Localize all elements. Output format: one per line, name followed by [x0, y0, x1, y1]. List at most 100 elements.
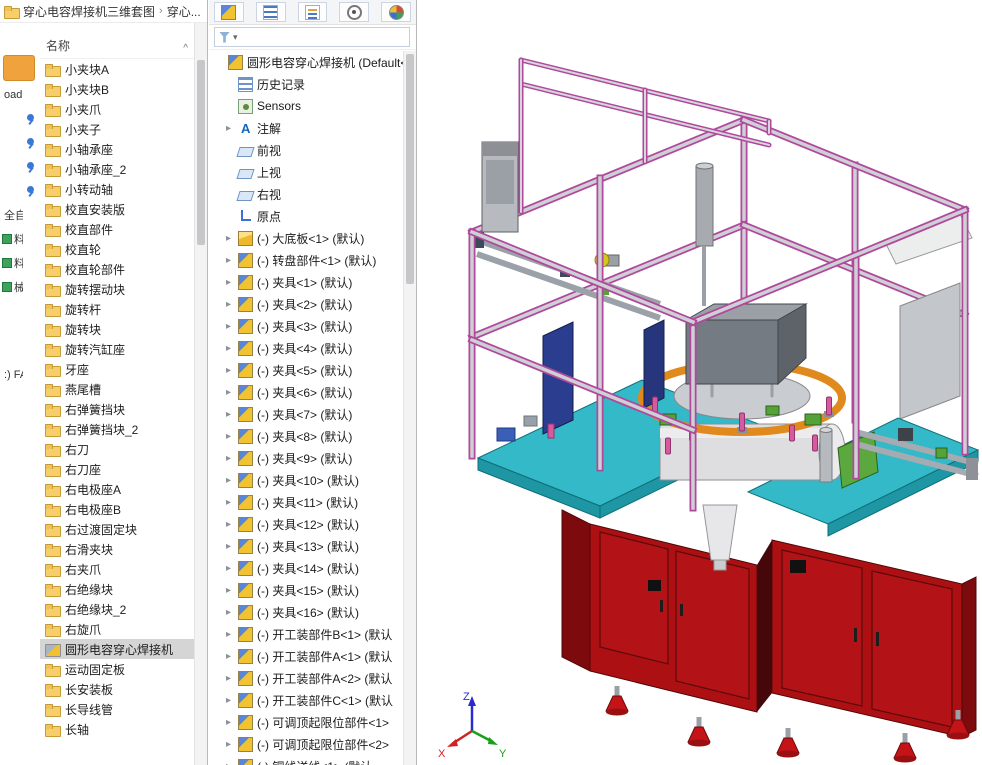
expand-arrow-icon[interactable]	[223, 497, 234, 508]
machine-3d-view[interactable]: Z X Y	[418, 0, 982, 765]
panel-tab[interactable]	[214, 2, 244, 22]
feature-tree-item[interactable]: (-) 夹具<16> (默认)	[209, 601, 403, 623]
expand-arrow-icon[interactable]	[223, 233, 234, 244]
feature-tree-item[interactable]: 历史记录	[209, 73, 403, 95]
chevron-down-icon[interactable]: ▾	[233, 32, 238, 43]
expand-arrow-icon[interactable]	[223, 761, 234, 765]
feature-tree-item[interactable]: (-) 夹具<11> (默认)	[209, 491, 403, 513]
file-row[interactable]: 旋转汽缸座	[40, 339, 194, 359]
file-row[interactable]: 旋转摆动块	[40, 279, 194, 299]
file-row[interactable]: 右刀座	[40, 459, 194, 479]
graphics-viewport[interactable]: Z X Y	[418, 0, 982, 765]
file-row[interactable]: 右夹爪	[40, 559, 194, 579]
file-row[interactable]: 小转动轴	[40, 179, 194, 199]
expand-arrow-icon[interactable]	[223, 365, 234, 376]
expand-arrow-icon[interactable]	[223, 299, 234, 310]
support-cylinder[interactable]	[696, 163, 713, 306]
feature-tree-item[interactable]: Sensors	[209, 95, 403, 117]
expand-arrow-icon[interactable]	[223, 519, 234, 530]
expand-arrow-icon[interactable]	[223, 431, 234, 442]
file-row[interactable]: 长导线管	[40, 699, 194, 719]
monitor-panel[interactable]	[482, 142, 518, 232]
file-row[interactable]: 右旋爪	[40, 619, 194, 639]
center-gray-box[interactable]	[686, 320, 778, 384]
breadcrumb-segment[interactable]: 穿心电容焊接机三维套图	[23, 3, 155, 20]
quick-access-item[interactable]	[0, 107, 40, 131]
panel-tab[interactable]	[381, 2, 411, 22]
feature-tree-item[interactable]: (-) 转盘部件<1> (默认)	[209, 249, 403, 271]
expand-arrow-icon[interactable]	[223, 123, 234, 134]
expand-arrow-icon[interactable]	[223, 409, 234, 420]
file-row[interactable]: 小轴承座_2	[40, 159, 194, 179]
feature-tree-item[interactable]: (-) 夹具<12> (默认)	[209, 513, 403, 535]
file-row[interactable]: 右弹簧挡块_2	[40, 419, 194, 439]
top-railing[interactable]	[521, 60, 769, 212]
quick-access-item[interactable]: 料斗三	[0, 227, 40, 251]
quick-access-item[interactable]	[0, 155, 40, 179]
quick-access-item[interactable]: 全自动焊	[0, 203, 40, 227]
file-row[interactable]: 右滑夹块	[40, 539, 194, 559]
explorer-scrollbar-thumb[interactable]	[197, 60, 205, 245]
feature-tree-item[interactable]: (-) 夹具<8> (默认)	[209, 425, 403, 447]
feature-tree-item[interactable]: (-) 夹具<5> (默认)	[209, 359, 403, 381]
tree-filter[interactable]: ▾	[214, 27, 410, 47]
file-row[interactable]: 右绝缘块_2	[40, 599, 194, 619]
panel-tab[interactable]	[339, 2, 369, 22]
file-row[interactable]: 小轴承座	[40, 139, 194, 159]
feature-tree-item[interactable]: (-) 夹具<3> (默认)	[209, 315, 403, 337]
file-row[interactable]: 牙座	[40, 359, 194, 379]
file-row[interactable]: 小夹块A	[40, 59, 194, 79]
expand-arrow-icon[interactable]	[223, 607, 234, 618]
file-row[interactable]: 运动固定板	[40, 659, 194, 679]
file-row[interactable]: 旋转杆	[40, 299, 194, 319]
right-upper-panels[interactable]	[884, 214, 972, 419]
quick-access-item[interactable]: 械手三维	[0, 275, 40, 299]
expand-arrow-icon[interactable]	[223, 739, 234, 750]
expand-arrow-icon[interactable]	[223, 541, 234, 552]
feature-tree-item[interactable]: (-) 夹具<15> (默认)	[209, 579, 403, 601]
file-row[interactable]: 右过渡固定块	[40, 519, 194, 539]
panel-tab[interactable]	[298, 2, 328, 22]
expand-arrow-icon[interactable]	[223, 629, 234, 640]
file-row[interactable]: 右刀	[40, 439, 194, 459]
file-row[interactable]: 右电极座A	[40, 479, 194, 499]
column-header-name[interactable]: 名称 ^	[40, 23, 194, 59]
feature-tree-item[interactable]: (-) 夹具<2> (默认)	[209, 293, 403, 315]
expand-arrow-icon[interactable]	[223, 585, 234, 596]
file-row[interactable]: 校直轮部件	[40, 259, 194, 279]
file-row[interactable]: 右弹簧挡块	[40, 399, 194, 419]
file-row[interactable]: 长轴	[40, 719, 194, 739]
feature-tree-item[interactable]: (-) 夹具<9> (默认)	[209, 447, 403, 469]
feature-tree-item[interactable]: (-) 开工装部件A<2> (默认	[209, 667, 403, 689]
explorer-scrollbar[interactable]	[194, 23, 207, 765]
quick-access-item[interactable]: :) FAST	[0, 363, 40, 387]
clipped-folder-tile[interactable]	[3, 55, 35, 81]
file-row[interactable]: 小夹子	[40, 119, 194, 139]
feature-tree-item[interactable]: 注解	[209, 117, 403, 139]
expand-arrow-icon[interactable]	[223, 277, 234, 288]
feature-tree-item[interactable]: (-) 夹具<14> (默认)	[209, 557, 403, 579]
file-row[interactable]: 圆形电容穿心焊接机	[40, 639, 194, 659]
file-row[interactable]: 小夹块B	[40, 79, 194, 99]
feature-tree-item[interactable]: (-) 夹具<4> (默认)	[209, 337, 403, 359]
expand-arrow-icon[interactable]	[223, 387, 234, 398]
feature-tree-item[interactable]: (-) 夹具<13> (默认)	[209, 535, 403, 557]
file-row[interactable]: 长安装板	[40, 679, 194, 699]
feature-tree-item[interactable]: 前视	[209, 139, 403, 161]
quick-access-item[interactable]: oad	[0, 83, 40, 107]
file-row[interactable]: 右绝缘块	[40, 579, 194, 599]
feature-tree-item[interactable]: (-) 可调顶起限位部件<2>	[209, 733, 403, 755]
file-row[interactable]: 校直轮	[40, 239, 194, 259]
file-row[interactable]: 燕尾槽	[40, 379, 194, 399]
file-row[interactable]: 校直安装版	[40, 199, 194, 219]
feature-tree-item[interactable]: 圆形电容穿心焊接机 (Default<	[209, 51, 403, 73]
feature-tree-item[interactable]: (-) 开工装部件C<1> (默认	[209, 689, 403, 711]
quick-access-item[interactable]: 料斗三	[0, 251, 40, 275]
file-row[interactable]: 校直部件	[40, 219, 194, 239]
expand-arrow-icon[interactable]	[223, 673, 234, 684]
feature-tree-item[interactable]: (-) 开工装部件B<1> (默认	[209, 623, 403, 645]
quick-access-item[interactable]	[0, 179, 40, 203]
expand-arrow-icon[interactable]	[223, 255, 234, 266]
expand-arrow-icon[interactable]	[223, 321, 234, 332]
expand-arrow-icon[interactable]	[223, 343, 234, 354]
